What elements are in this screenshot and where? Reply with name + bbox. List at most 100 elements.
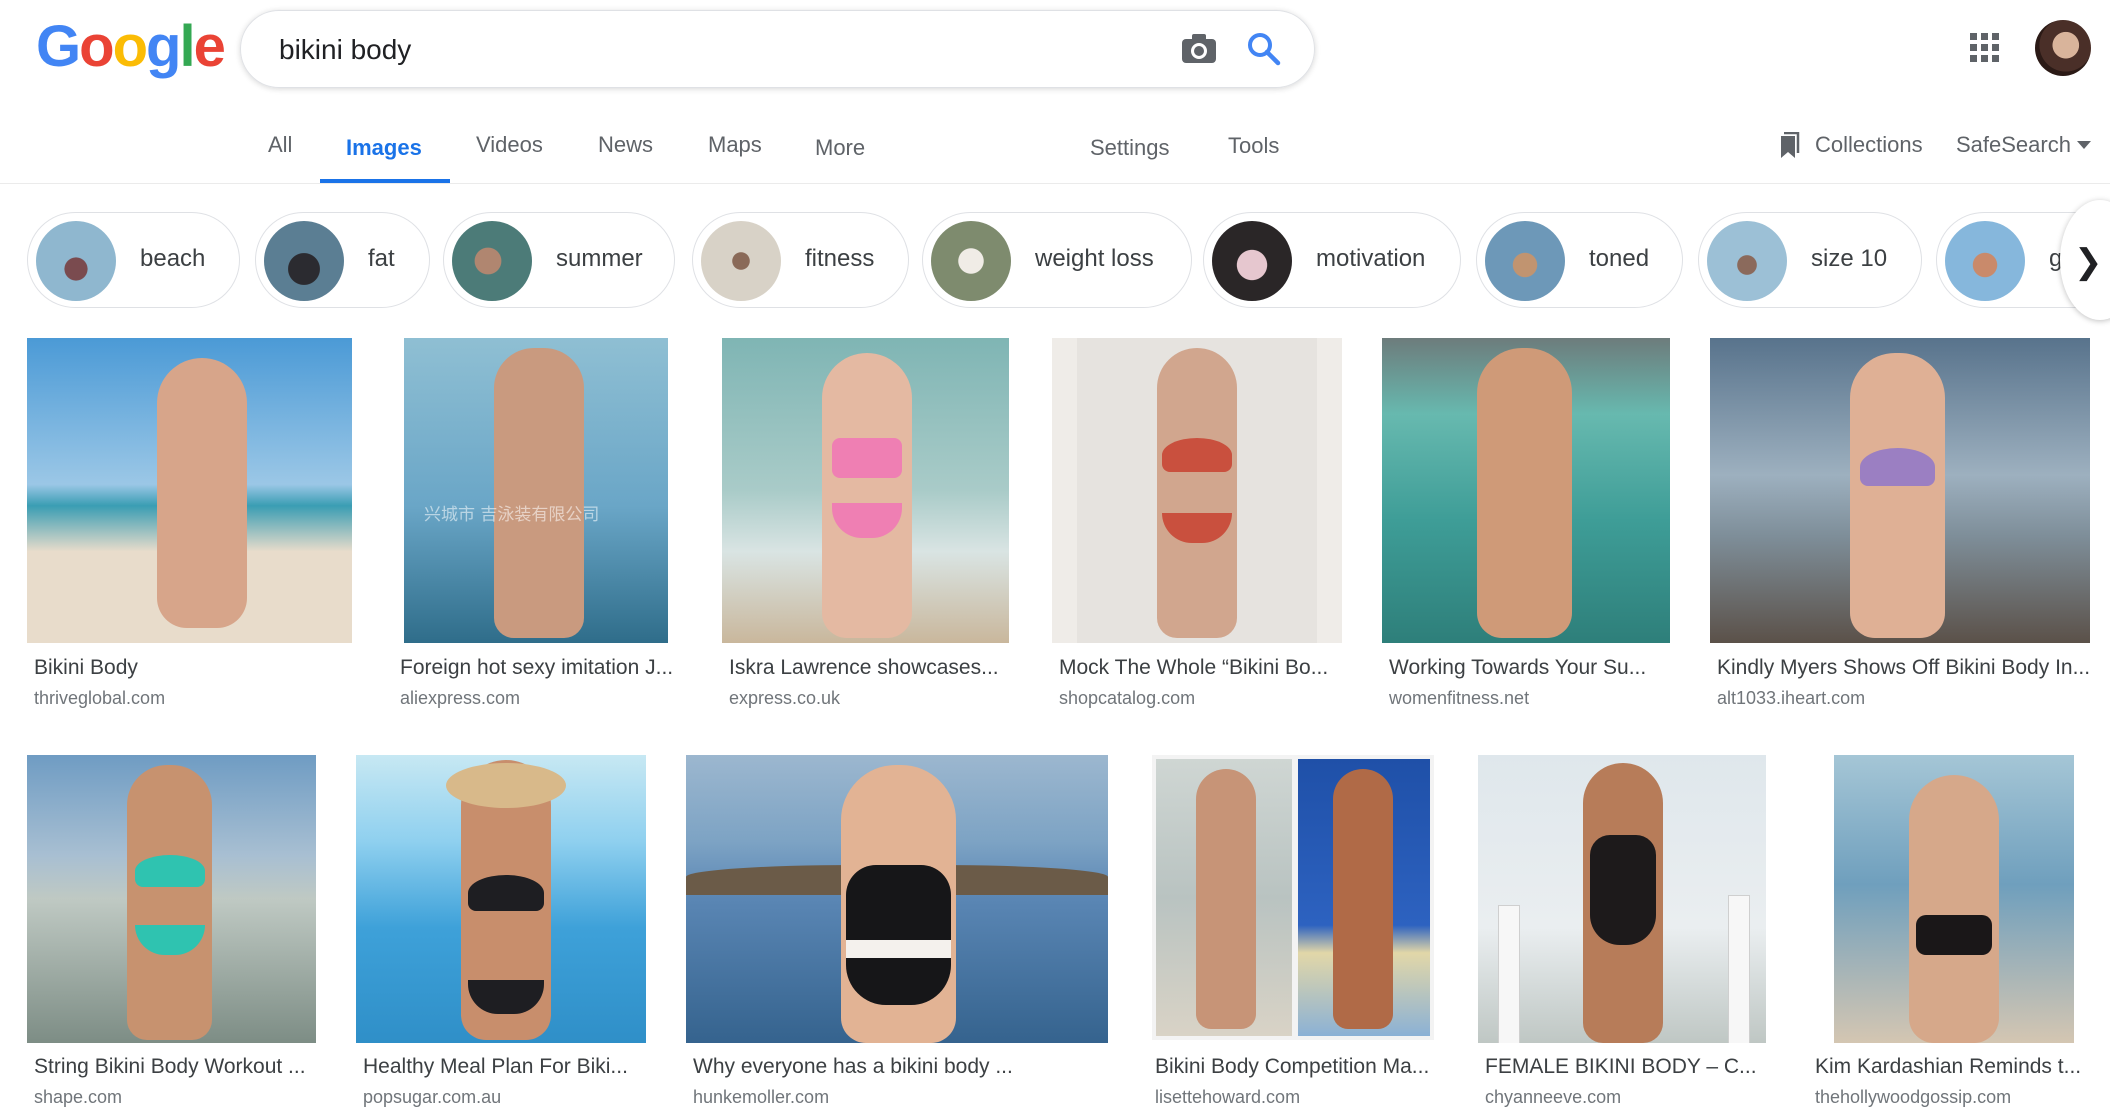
result-title[interactable]: Kindly Myers Shows Off Bikini Body In...	[1717, 656, 2089, 680]
chip-label: motivation	[1316, 245, 1426, 272]
image-result[interactable]: Bikini Body Competition Ma... lisettehow…	[1148, 755, 1448, 1118]
result-source[interactable]: alt1033.iheart.com	[1717, 688, 1865, 709]
swimsuit-shape	[1590, 835, 1656, 945]
result-thumbnail[interactable]	[1478, 755, 1766, 1043]
result-title[interactable]: Iskra Lawrence showcases...	[729, 656, 1011, 680]
search-icon[interactable]	[1246, 31, 1282, 67]
result-thumbnail[interactable]	[356, 755, 646, 1043]
result-thumbnail[interactable]	[1834, 755, 2074, 1043]
result-source[interactable]: express.co.uk	[729, 688, 840, 709]
result-source[interactable]: chyanneeve.com	[1485, 1087, 1621, 1108]
chip-toned[interactable]: toned	[1476, 212, 1683, 308]
swimsuit-top-shape	[135, 855, 205, 887]
result-source[interactable]: womenfitness.net	[1389, 688, 1529, 709]
image-result[interactable]: Working Towards Your Su... womenfitness.…	[1382, 338, 1672, 718]
result-thumbnail[interactable]: 兴城市 吉泳装有限公司	[404, 338, 668, 643]
chip-beach[interactable]: beach	[27, 212, 240, 308]
chip-fat[interactable]: fat	[255, 212, 430, 308]
result-source[interactable]: shape.com	[34, 1087, 122, 1108]
result-title[interactable]: Why everyone has a bikini body ...	[693, 1055, 1113, 1079]
tab-all[interactable]: All	[268, 132, 292, 158]
image-result[interactable]: Mock The Whole “Bikini Bo... shopcatalog…	[1052, 338, 1342, 718]
result-title[interactable]: Bikini Body Competition Ma...	[1155, 1055, 1445, 1079]
result-thumbnail[interactable]	[686, 755, 1108, 1043]
google-logo[interactable]: Google	[36, 14, 226, 79]
railing-shape	[1728, 895, 1750, 1043]
result-title[interactable]: Kim Kardashian Reminds t...	[1815, 1055, 2105, 1079]
result-source[interactable]: hunkemoller.com	[693, 1087, 829, 1108]
result-title[interactable]: FEMALE BIKINI BODY – C...	[1485, 1055, 1767, 1079]
result-title[interactable]: Foreign hot sexy imitation J...	[400, 656, 682, 680]
result-thumbnail[interactable]	[1152, 755, 1434, 1040]
image-result[interactable]: Bikini Body thriveglobal.com	[27, 338, 352, 718]
collections-link[interactable]: Collections	[1815, 132, 1923, 158]
chip-motivation[interactable]: motivation	[1203, 212, 1461, 308]
result-source[interactable]: popsugar.com.au	[363, 1087, 501, 1108]
image-result[interactable]: Why everyone has a bikini body ... hunke…	[686, 755, 1116, 1118]
chip-thumbnail	[1707, 221, 1787, 301]
result-title[interactable]: Bikini Body	[34, 656, 349, 680]
figure-shape	[1157, 348, 1237, 638]
bookmark-icon[interactable]	[1778, 132, 1800, 160]
result-source[interactable]: lisettehoward.com	[1155, 1087, 1300, 1108]
settings-link[interactable]: Settings	[1090, 135, 1170, 161]
chip-thumbnail	[1485, 221, 1565, 301]
image-result[interactable]: Healthy Meal Plan For Biki... popsugar.c…	[356, 755, 656, 1118]
image-result[interactable]: String Bikini Body Workout ... shape.com	[27, 755, 327, 1118]
result-thumbnail[interactable]	[722, 338, 1009, 643]
result-title[interactable]: String Bikini Body Workout ...	[34, 1055, 324, 1079]
tab-news[interactable]: News	[598, 132, 653, 158]
camera-icon[interactable]	[1181, 33, 1217, 65]
result-thumbnail[interactable]	[1382, 338, 1670, 643]
chip-summer[interactable]: summer	[443, 212, 675, 308]
avatar[interactable]	[2035, 20, 2091, 76]
chip-thumbnail	[264, 221, 344, 301]
image-result[interactable]: Iskra Lawrence showcases... express.co.u…	[722, 338, 1012, 718]
result-thumbnail[interactable]	[27, 755, 316, 1043]
swimsuit-top-shape	[1162, 438, 1232, 472]
search-input[interactable]	[277, 29, 1081, 71]
chip-label: size 10	[1811, 245, 1888, 272]
chevron-right-icon: ❯	[2074, 243, 2103, 281]
logo-letter: l	[179, 14, 195, 79]
chip-thumbnail	[36, 221, 116, 301]
chip-fitness[interactable]: fitness	[692, 212, 909, 308]
railing-shape	[1498, 905, 1520, 1043]
figure-shape	[494, 348, 584, 638]
chip-label: weight loss	[1035, 245, 1154, 272]
image-result[interactable]: Kindly Myers Shows Off Bikini Body In...…	[1710, 338, 2090, 718]
safesearch-link[interactable]: SafeSearch	[1956, 132, 2071, 158]
result-thumbnail[interactable]	[27, 338, 352, 643]
image-result[interactable]: 兴城市 吉泳装有限公司 Foreign hot sexy imitation J…	[390, 338, 680, 718]
chip-thumbnail	[701, 221, 781, 301]
chip-label: fitness	[805, 245, 875, 272]
result-source[interactable]: thehollywoodgossip.com	[1815, 1087, 2011, 1108]
image-result[interactable]: Kim Kardashian Reminds t... thehollywood…	[1808, 755, 2108, 1118]
tab-images[interactable]: Images	[346, 135, 422, 161]
tab-videos[interactable]: Videos	[476, 132, 543, 158]
apps-grid-icon[interactable]	[1970, 33, 2000, 63]
result-source[interactable]: aliexpress.com	[400, 688, 520, 709]
result-thumbnail[interactable]	[1710, 338, 2090, 643]
tab-maps[interactable]: Maps	[708, 132, 762, 158]
chip-label: beach	[140, 245, 206, 272]
chip-label: summer	[556, 245, 643, 272]
result-thumbnail[interactable]	[1052, 338, 1342, 643]
tools-link[interactable]: Tools	[1228, 133, 1279, 159]
chip-weight-loss[interactable]: weight loss	[922, 212, 1192, 308]
figure-shape	[127, 765, 212, 1040]
result-source[interactable]: shopcatalog.com	[1059, 688, 1195, 709]
tab-more[interactable]: More	[815, 135, 865, 161]
chip-size-10[interactable]: size 10	[1698, 212, 1922, 308]
swimsuit-top-shape	[1916, 915, 1992, 955]
image-result[interactable]: FEMALE BIKINI BODY – C... chyanneeve.com	[1478, 755, 1778, 1118]
search-box	[240, 10, 1315, 88]
result-title[interactable]: Healthy Meal Plan For Biki...	[363, 1055, 645, 1079]
chip-thumbnail	[1212, 221, 1292, 301]
result-source[interactable]: thriveglobal.com	[34, 688, 165, 709]
chip-label: fat	[368, 245, 395, 272]
result-title[interactable]: Working Towards Your Su...	[1389, 656, 1671, 680]
chip-label: toned	[1589, 245, 1650, 272]
result-title[interactable]: Mock The Whole “Bikini Bo...	[1059, 656, 1341, 680]
chevron-down-icon[interactable]	[2077, 140, 2091, 150]
